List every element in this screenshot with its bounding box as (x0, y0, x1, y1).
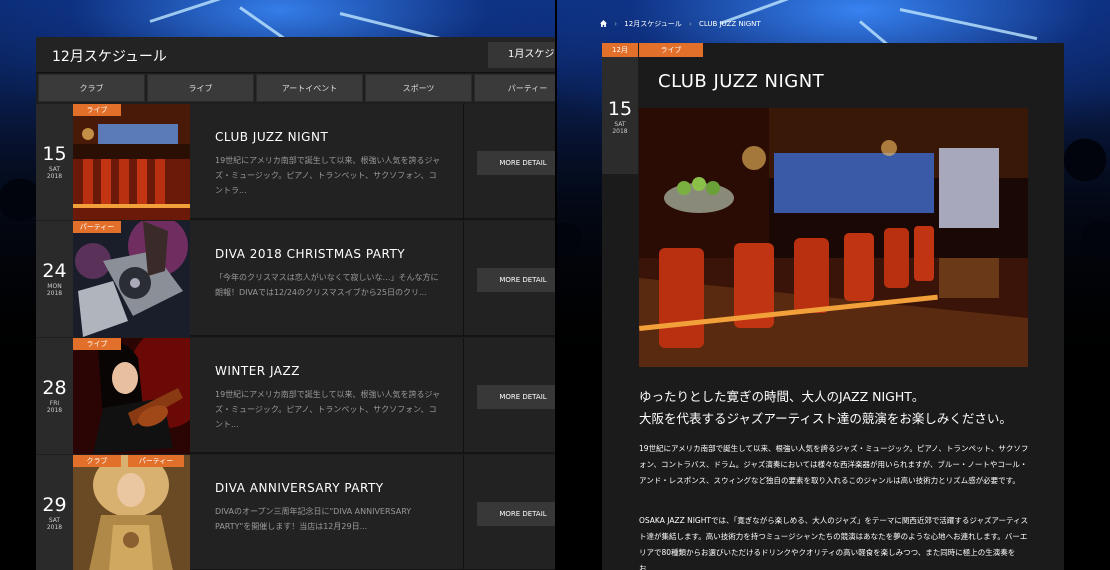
event-title[interactable]: DIVA ANNIVERSARY PARTY (215, 481, 384, 495)
event-date: 15 SAT 2018 (602, 57, 638, 174)
event-thumbnail-diva[interactable]: クラブ パーティー (73, 455, 190, 570)
category-tabs: クラブ ライブ アートイベント スポーツ パーティー (36, 74, 555, 106)
event-day: 29 (42, 494, 67, 516)
event-lead: ゆったりとした寛ぎの時間、大人のJAZZ NIGHT。 大阪を代表するジャズアー… (639, 386, 1049, 430)
breadcrumb-current: CLUB JUZZ NIGNT (698, 20, 761, 28)
breadcrumb: › 12月スケジュール › CLUB JUZZ NIGNT (600, 19, 761, 29)
more-detail-button[interactable]: MORE DETAIL (477, 151, 555, 175)
lead-line: ゆったりとした寛ぎの時間、大人のJAZZ NIGHT。 (639, 389, 925, 404)
event-title[interactable]: DIVA 2018 CHRISTMAS PARTY (215, 247, 405, 261)
tab-sports[interactable]: スポーツ (365, 74, 472, 102)
event-row[interactable]: 24 MON 2018 パーティー DIVA 2018 CHRISTMAS PA… (36, 221, 555, 337)
event-description: DIVAのオープン三周年記念日に"DIVA ANNIVERSARY PARTY"… (215, 507, 412, 531)
event-weekday: SAT (614, 121, 626, 128)
event-body-text: OSAKA JAZZ NIGHTでは、「寛ぎながら楽しめる、大人のジャズ」をテー… (639, 516, 1029, 570)
event-description: 19世紀にアメリカ南部で誕生して以来、根強い人気を誇るジャズ・ミュージック。ピア… (215, 390, 441, 429)
more-detail-button[interactable]: MORE DETAIL (477, 268, 555, 292)
event-weekday: SAT (48, 517, 61, 524)
event-tag: パーティー (73, 221, 121, 233)
event-date: 15 SAT 2018 (36, 104, 73, 220)
home-icon[interactable] (600, 20, 607, 27)
event-date: 28 FRI 2018 (36, 338, 73, 454)
event-description: 「今年のクリスマスは恋人がいなくて寂しいな…」そんな方に朗報！DIVAでは12/… (215, 273, 439, 297)
row-separator (463, 221, 464, 337)
event-detail-title: CLUB JUZZ NIGNT (658, 71, 825, 92)
event-year: 2018 (46, 290, 63, 297)
event-year: 2018 (46, 407, 63, 414)
tab-art-event[interactable]: アートイベント (256, 74, 363, 102)
event-title[interactable]: WINTER JAZZ (215, 364, 300, 378)
event-thumbnail-violinist[interactable]: ライブ (73, 338, 190, 454)
event-tag: パーティー (128, 455, 184, 467)
row-separator (463, 338, 464, 454)
next-month-button[interactable]: 1月スケジュール (488, 42, 555, 68)
event-day: 15 (42, 143, 67, 165)
event-year: 2018 (46, 524, 63, 531)
month-tag: 12月 (602, 43, 638, 57)
chevron-right-icon: › (688, 20, 692, 28)
lead-line: 大阪を代表するジャズアーティスト達の競演をお楽しみください。 (639, 411, 1012, 426)
event-row[interactable]: 29 SAT 2018 クラブ パーティー DIVA ANNIVERSARY P… (36, 455, 555, 570)
event-tag: ライブ (73, 104, 121, 116)
more-detail-button[interactable]: MORE DETAIL (477, 385, 555, 409)
row-separator (463, 104, 464, 220)
event-year: 2018 (612, 128, 628, 135)
chevron-right-icon: › (614, 20, 618, 28)
event-detail-panel: 12月 ライブ 15 SAT 2018 CLUB JUZZ NIGNT ゆったり… (602, 43, 1064, 570)
schedule-title: 12月スケジュール (52, 49, 167, 65)
event-day: 15 (607, 98, 633, 120)
event-title[interactable]: CLUB JUZZ NIGNT (215, 130, 328, 144)
event-weekday: FRI (49, 400, 60, 407)
event-day: 28 (42, 377, 67, 399)
tab-party[interactable]: パーティー (474, 74, 555, 102)
breadcrumb-schedule-link[interactable]: 12月スケジュール (624, 20, 681, 28)
event-date: 24 MON 2018 (36, 221, 73, 337)
screen-divider (555, 0, 557, 570)
event-thumbnail-dj[interactable]: パーティー (73, 221, 190, 337)
event-tag: ライブ (73, 338, 121, 350)
event-main-photo (639, 108, 1028, 367)
event-body-text: 19世紀にアメリカ南部で誕生して以来、根強い人気を誇るジャズ・ミュージック。ピア… (639, 444, 1029, 485)
category-tag[interactable]: ライブ (639, 43, 703, 57)
schedule-panel: 12月スケジュール 1月スケジュール クラブ ライブ アートイベント スポーツ … (36, 37, 555, 570)
more-detail-button[interactable]: MORE DETAIL (477, 502, 555, 526)
event-weekday: MON (47, 283, 62, 290)
schedule-header: 12月スケジュール 1月スケジュール (36, 37, 555, 73)
event-weekday: SAT (48, 166, 61, 173)
event-day: 24 (42, 260, 67, 282)
event-date: 29 SAT 2018 (36, 455, 73, 570)
event-thumbnail-bar[interactable]: ライブ (73, 104, 190, 220)
event-row[interactable]: 15 SAT 2018 ライブ CLUB JUZZ NIGNT 19世紀にアメリ… (36, 104, 555, 220)
event-description: 19世紀にアメリカ南部で誕生して以来、根強い人気を誇るジャズ・ミュージック。ピア… (215, 156, 441, 195)
event-tag: クラブ (73, 455, 121, 467)
event-year: 2018 (46, 173, 63, 180)
row-separator (463, 455, 464, 570)
event-row[interactable]: 28 FRI 2018 ライブ WINTER JAZZ 19世紀にアメリカ南部で… (36, 338, 555, 454)
tab-live[interactable]: ライブ (147, 74, 254, 102)
tab-club[interactable]: クラブ (38, 74, 145, 102)
